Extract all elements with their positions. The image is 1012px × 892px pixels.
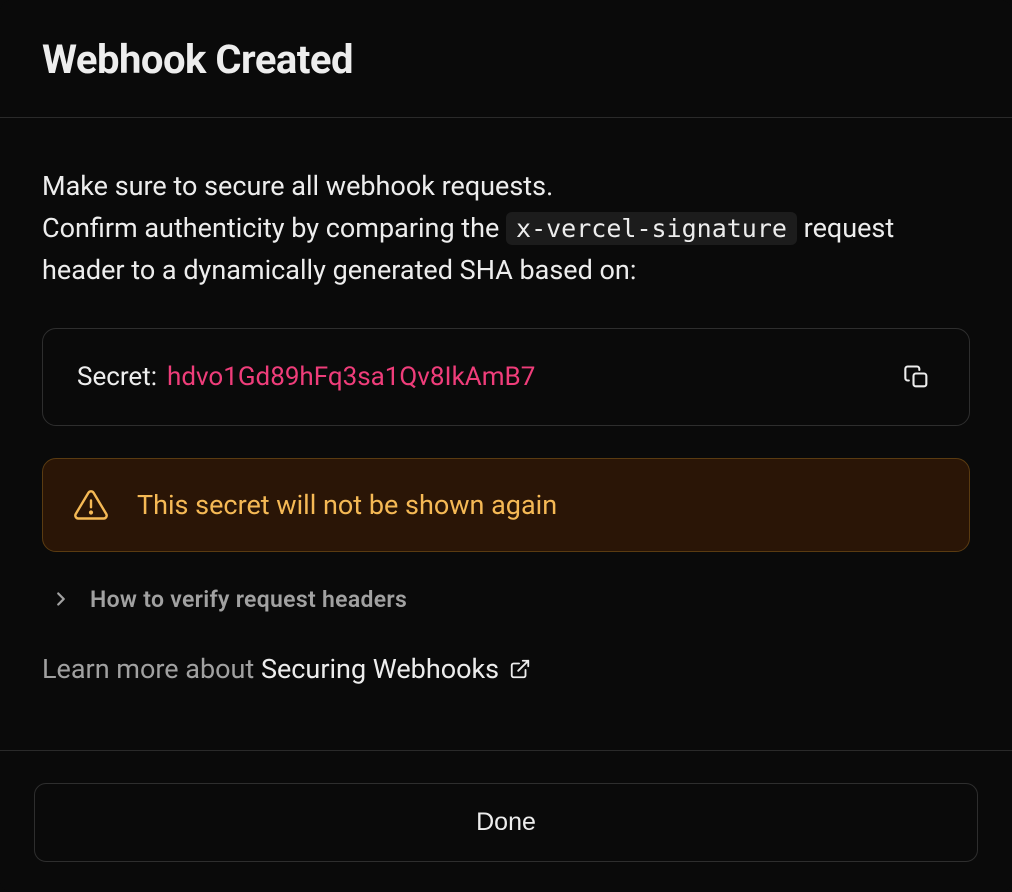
- secret-value: hdvo1Gd89hFq3sa1Qv8IkAmB7: [167, 362, 535, 392]
- securing-webhooks-link[interactable]: Securing Webhooks: [261, 653, 531, 685]
- chevron-right-icon: [50, 588, 72, 610]
- signature-header-code: x-vercel-signature: [506, 212, 797, 245]
- secret-box: Secret: hdvo1Gd89hFq3sa1Qv8IkAmB7: [42, 328, 970, 426]
- instructions-line2-pre: Confirm authenticity by comparing the: [42, 212, 506, 244]
- modal-title: Webhook Created: [42, 36, 970, 83]
- warning-triangle-icon: [73, 487, 109, 523]
- verify-headers-toggle[interactable]: How to verify request headers: [42, 586, 970, 613]
- external-link-icon: [509, 658, 531, 680]
- done-button[interactable]: Done: [34, 783, 978, 862]
- modal-header: Webhook Created: [0, 0, 1012, 118]
- instructions-text: Make sure to secure all webhook requests…: [42, 166, 970, 292]
- warning-box: This secret will not be shown again: [42, 458, 970, 552]
- copy-icon: [903, 363, 931, 391]
- verify-headers-label: How to verify request headers: [90, 586, 407, 613]
- learn-more-prefix: Learn more about: [42, 653, 261, 685]
- secret-content: Secret: hdvo1Gd89hFq3sa1Qv8IkAmB7: [77, 362, 535, 392]
- modal-body: Make sure to secure all webhook requests…: [0, 118, 1012, 750]
- instructions-line1: Make sure to secure all webhook requests…: [42, 170, 553, 202]
- learn-more-line: Learn more about Securing Webhooks: [42, 653, 970, 685]
- secret-label: Secret:: [77, 362, 157, 392]
- warning-text: This secret will not be shown again: [137, 489, 557, 521]
- webhook-created-modal: Webhook Created Make sure to secure all …: [0, 0, 1012, 892]
- modal-footer: Done: [0, 750, 1012, 892]
- copy-secret-button[interactable]: [899, 359, 935, 395]
- learn-link-text: Securing Webhooks: [261, 653, 499, 685]
